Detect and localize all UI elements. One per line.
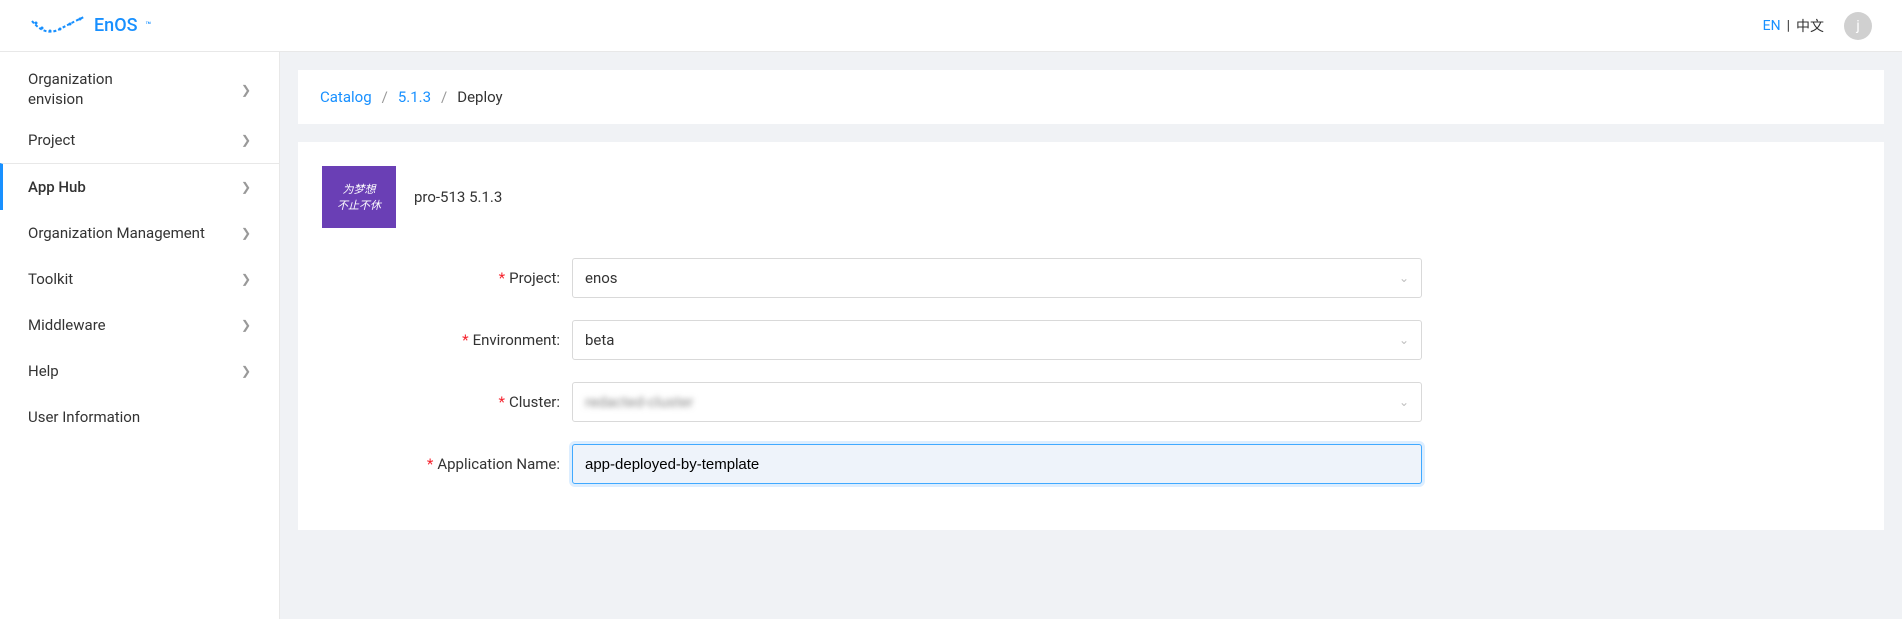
- chevron-right-icon: ❯: [241, 83, 251, 97]
- header-right: EN | 中文 j: [1763, 12, 1872, 40]
- app-title: pro-513 5.1.3: [414, 188, 502, 206]
- app-icon: 为梦想不止不休: [322, 166, 396, 228]
- sidebar-item-org-management[interactable]: Organization Management ❯: [0, 210, 279, 256]
- chevron-right-icon: ❯: [241, 364, 251, 378]
- sidebar: Organizationenvision ❯ Project ❯ App Hub…: [0, 52, 280, 619]
- top-header: EnOS ™ EN | 中文 j: [0, 0, 1902, 52]
- language-switcher[interactable]: EN | 中文: [1763, 16, 1824, 36]
- required-icon: *: [462, 331, 468, 349]
- appname-label: *Application Name:: [322, 455, 572, 473]
- breadcrumb-sep: /: [382, 88, 388, 106]
- cluster-label: *Cluster:: [322, 393, 572, 411]
- chevron-right-icon: ❯: [241, 180, 251, 194]
- logo-text: EnOS: [94, 15, 138, 36]
- form-row-project: *Project: enos ⌄: [322, 258, 1422, 298]
- breadcrumb: Catalog / 5.1.3 / Deploy: [298, 70, 1884, 124]
- project-select[interactable]: enos ⌄: [572, 258, 1422, 298]
- lang-cn[interactable]: 中文: [1796, 16, 1824, 36]
- sidebar-item-apphub[interactable]: App Hub ❯: [0, 163, 279, 210]
- sidebar-item-help[interactable]: Help ❯: [0, 348, 279, 394]
- sidebar-item-label: Project: [28, 131, 75, 149]
- deploy-form: *Project: enos ⌄ *Environment:: [322, 258, 1422, 484]
- avatar-letter: j: [1856, 18, 1859, 34]
- cluster-value: redacted-cluster: [585, 393, 693, 411]
- sidebar-item-label: Organization Management: [28, 224, 205, 242]
- environment-label: *Environment:: [322, 331, 572, 349]
- breadcrumb-current: Deploy: [457, 88, 502, 106]
- sidebar-item-project[interactable]: Project ❯: [0, 117, 279, 163]
- sidebar-item-label: Toolkit: [28, 270, 73, 288]
- form-row-environment: *Environment: beta ⌄: [322, 320, 1422, 360]
- sidebar-item-organization[interactable]: Organizationenvision ❯: [0, 62, 279, 117]
- app-header: 为梦想不止不休 pro-513 5.1.3: [322, 166, 1860, 228]
- environment-value: beta: [585, 331, 614, 349]
- logo-icon: [30, 15, 86, 37]
- breadcrumb-sep: /: [441, 88, 447, 106]
- chevron-right-icon: ❯: [241, 318, 251, 332]
- content-panel: 为梦想不止不休 pro-513 5.1.3 *Project: enos ⌄: [298, 142, 1884, 530]
- sidebar-item-toolkit[interactable]: Toolkit ❯: [0, 256, 279, 302]
- environment-select[interactable]: beta ⌄: [572, 320, 1422, 360]
- lang-sep: |: [1787, 18, 1790, 34]
- appname-input[interactable]: [572, 444, 1422, 484]
- required-icon: *: [427, 455, 433, 473]
- required-icon: *: [499, 393, 505, 411]
- avatar[interactable]: j: [1844, 12, 1872, 40]
- main-content: Catalog / 5.1.3 / Deploy 为梦想不止不休 pro-513…: [280, 52, 1902, 619]
- chevron-down-icon: ⌄: [1399, 271, 1409, 285]
- sidebar-item-label: Organizationenvision: [28, 70, 113, 109]
- project-value: enos: [585, 269, 618, 287]
- sidebar-item-middleware[interactable]: Middleware ❯: [0, 302, 279, 348]
- required-icon: *: [499, 269, 505, 287]
- sidebar-item-label: User Information: [28, 408, 140, 426]
- logo[interactable]: EnOS ™: [30, 15, 151, 37]
- sidebar-item-label: App Hub: [28, 178, 86, 196]
- chevron-down-icon: ⌄: [1399, 333, 1409, 347]
- logo-tm: ™: [146, 21, 152, 31]
- sidebar-item-userinfo[interactable]: User Information: [0, 394, 279, 440]
- breadcrumb-catalog[interactable]: Catalog: [320, 88, 372, 106]
- cluster-select[interactable]: redacted-cluster ⌄: [572, 382, 1422, 422]
- project-label: *Project:: [322, 269, 572, 287]
- form-row-cluster: *Cluster: redacted-cluster ⌄: [322, 382, 1422, 422]
- chevron-right-icon: ❯: [241, 226, 251, 240]
- breadcrumb-version[interactable]: 5.1.3: [398, 88, 431, 106]
- chevron-right-icon: ❯: [241, 133, 251, 147]
- sidebar-item-label: Middleware: [28, 316, 106, 334]
- chevron-down-icon: ⌄: [1399, 395, 1409, 409]
- sidebar-item-label: Help: [28, 362, 59, 380]
- chevron-right-icon: ❯: [241, 272, 251, 286]
- form-row-appname: *Application Name:: [322, 444, 1422, 484]
- lang-en[interactable]: EN: [1763, 18, 1781, 34]
